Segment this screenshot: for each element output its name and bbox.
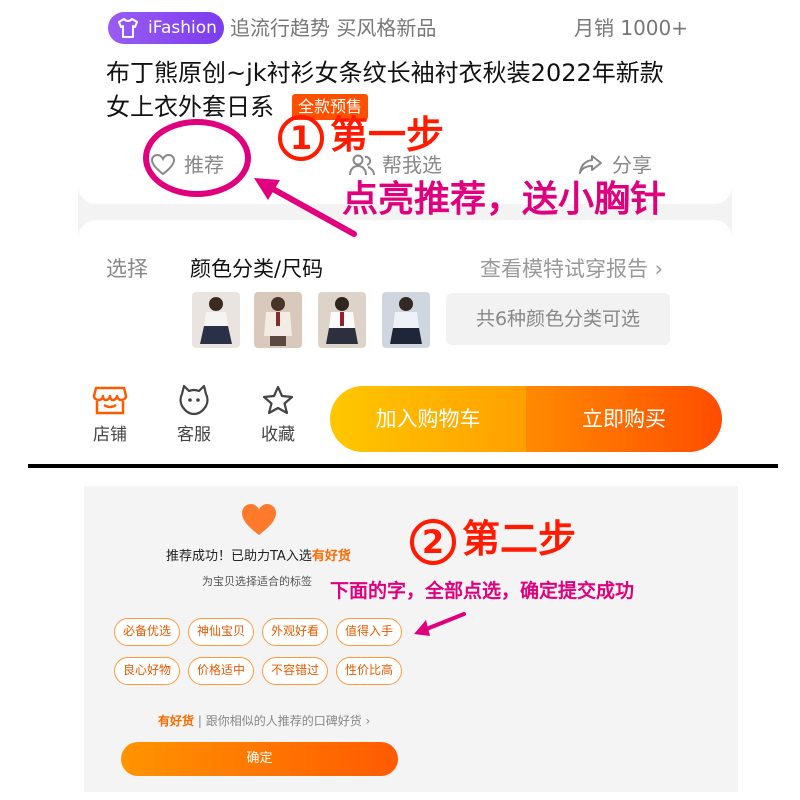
confirm-button[interactable]: 确定 [121,742,398,776]
tag-option[interactable]: 必备优选 [114,618,180,646]
customer-service-icon [179,384,209,416]
tag-instruction: 为宝贝选择适合的标签 [202,575,312,588]
good-goods-link[interactable]: 有好货 | 跟你相似的人推荐的口碑好货 › [158,712,370,730]
service-button[interactable]: 客服 [164,384,224,456]
step1-title: 第一步 [330,113,445,157]
tag-option[interactable]: 不容错过 [262,657,328,685]
service-label: 客服 [177,425,211,445]
good-goods-brand: 有好货 [158,714,195,728]
tag-option[interactable]: 神仙宝贝 [188,618,254,646]
shop-label: 店铺 [93,425,127,445]
shop-icon [92,386,128,415]
tag-option[interactable]: 性价比高 [336,657,402,685]
step1-number: 1 [278,114,324,161]
good-goods-text: | 跟你相似的人推荐的口碑好货 › [194,714,371,728]
buy-now-button[interactable]: 立即购买 [526,386,722,452]
success-message: 推荐成功！已助力TA入选有好货 [166,548,351,566]
heart-filled-icon [242,504,276,535]
favorite-button[interactable]: 收藏 [248,384,308,456]
share-icon [579,155,602,174]
sku-selector[interactable]: 颜色分类/尺码 [190,254,323,284]
step1-hint: 点亮推荐，送小胸针 [342,179,667,220]
tryon-report-link[interactable]: 查看模特试穿报告 › [480,254,663,284]
step2-title: 第二步 [462,517,577,561]
ifashion-badge[interactable]: iFashion [108,12,224,44]
color-thumbnail[interactable] [192,292,240,348]
arrow-icon [254,178,357,237]
tag-option[interactable]: 值得入手 [336,618,402,646]
ifashion-badge-label: iFashion [148,18,217,38]
add-to-cart-button[interactable]: 加入购物车 [330,386,526,452]
shop-button[interactable]: 店铺 [80,384,140,456]
shirt-logo-icon [118,18,138,38]
product-detail-panel: iFashion 追流行趋势 买风格新品 月销 1000+ 布丁熊原创~jk衬衫… [78,0,732,462]
color-count-button[interactable]: 共6种颜色分类可选 [446,293,670,345]
success-highlight: 有好货 [311,549,351,564]
color-thumbnail[interactable] [254,292,302,348]
step2-number: 2 [410,518,456,565]
color-thumbnail[interactable] [382,292,430,348]
choose-label: 选择 [106,257,148,281]
favorite-label: 收藏 [261,425,295,445]
arrow-icon [414,612,466,636]
tag-option[interactable]: 良心好物 [114,657,180,685]
success-prefix: 推荐成功！已助力TA入选 [166,549,312,564]
section-divider [28,464,778,468]
monthly-sales: 月销 1000+ [574,16,689,40]
color-thumbnail[interactable] [318,292,366,348]
step2-annotation: 2 第二步 [410,514,576,565]
tag-option[interactable]: 价格适中 [188,657,254,685]
highlight-oval [143,119,251,197]
tag-option[interactable]: 外观好看 [262,618,328,646]
step1-annotation: 1 第一步 [278,110,444,161]
brand-slogan: 追流行趋势 买风格新品 [230,16,437,40]
product-title-line1: 布丁熊原创~jk衬衫女条纹长袖衬衣秋装2022年新款 [106,59,664,87]
step2-hint: 下面的字，全部点选，确定提交成功 [330,580,635,602]
star-icon [262,385,294,415]
